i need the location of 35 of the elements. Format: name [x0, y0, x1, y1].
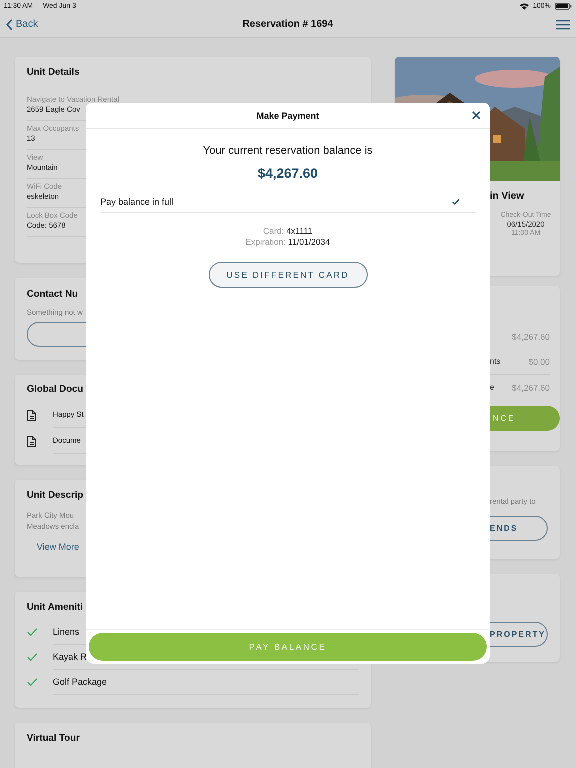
- wifi-icon: [520, 2, 530, 10]
- checkmark-icon: [452, 198, 460, 204]
- check-icon: [27, 678, 38, 687]
- page-title: Reservation # 1694: [242, 19, 334, 30]
- balance-amount: $4,267.60: [258, 166, 318, 181]
- balance-value: $4,267.60: [512, 382, 550, 392]
- check-icon: [27, 628, 38, 637]
- balance-prompt: Your current reservation balance is: [203, 145, 373, 157]
- check-icon: [27, 653, 38, 662]
- pay-option[interactable]: Pay balance in full: [100, 191, 476, 213]
- dialog-title: Make Payment: [256, 110, 320, 120]
- balance-label: nts: [490, 357, 501, 366]
- menu-icon[interactable]: [556, 20, 570, 30]
- card-title: Unit Ameniti: [27, 602, 84, 613]
- card-title: Global Docu: [27, 384, 84, 395]
- view-more-link[interactable]: View More: [37, 542, 80, 552]
- card-title: Unit Details: [27, 67, 80, 78]
- card-title: Contact Nu: [27, 289, 78, 300]
- close-icon[interactable]: [472, 111, 481, 120]
- back-button[interactable]: Back: [6, 18, 38, 30]
- balance-value: $0.00: [528, 356, 550, 366]
- balance-value: $4,267.60: [512, 332, 550, 342]
- option-label: Pay balance in full: [100, 196, 174, 206]
- document-icon: [27, 436, 37, 448]
- card-title: in View: [490, 191, 526, 202]
- use-different-card-button[interactable]: USE DIFFERENT CARD: [208, 262, 368, 288]
- card-expiration: Expiration: 11/01/2034: [246, 237, 330, 248]
- balance-label: e: [490, 383, 494, 392]
- document-icon: [27, 410, 37, 422]
- card-title: Virtual Tour: [27, 733, 80, 744]
- chevron-left-icon: [6, 18, 13, 30]
- amenity-text: Golf Package: [53, 670, 359, 695]
- battery-icon: [555, 2, 572, 10]
- card-title: Unit Descrip: [27, 490, 84, 501]
- card-number: Card: 4x1111: [263, 226, 313, 237]
